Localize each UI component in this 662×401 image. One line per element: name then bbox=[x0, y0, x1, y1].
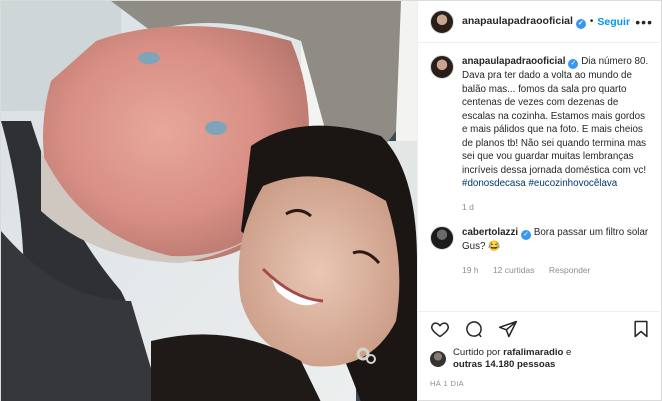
instagram-post: anapaulapadraooficial ✓ • Seguir ••• anap… bbox=[0, 0, 662, 401]
author-avatar[interactable] bbox=[430, 9, 454, 34]
verified-badge-icon: ✓ bbox=[521, 230, 532, 240]
verified-badge-icon: ✓ bbox=[575, 18, 586, 29]
reply-meta: 19 h 12 curtidas Responder bbox=[462, 264, 651, 278]
caption-meta: 1 d bbox=[462, 201, 651, 215]
commenter-username[interactable]: cabertolazzi bbox=[462, 227, 518, 238]
post-side-panel: anapaulapadraooficial ✓ • Seguir ••• anap… bbox=[417, 1, 662, 401]
reply-likes[interactable]: 12 curtidas bbox=[493, 265, 535, 275]
liker-username[interactable]: rafalimaradio bbox=[503, 347, 563, 358]
selfie-photo bbox=[1, 1, 417, 401]
liker-avatar[interactable] bbox=[430, 351, 446, 367]
reply-comment: cabertolazzi ✓ Bora passar um filtro sola… bbox=[430, 226, 651, 277]
liked-by: Curtido por rafalimaradio e outras 14.18… bbox=[418, 345, 662, 373]
post-photo[interactable] bbox=[1, 1, 417, 401]
reply-button[interactable]: Responder bbox=[549, 265, 591, 275]
caption-age[interactable]: 1 d bbox=[462, 202, 474, 212]
comment-like-heart-icon[interactable]: ♡ bbox=[629, 226, 637, 237]
likes-summary: Curtido por rafalimaradio e outras 14.18… bbox=[453, 347, 571, 371]
verified-badge-icon: ✓ bbox=[568, 59, 579, 69]
heart-icon[interactable] bbox=[430, 319, 450, 339]
separator-dot: • bbox=[589, 16, 594, 27]
more-options-icon[interactable]: ••• bbox=[635, 14, 653, 30]
caption-text: Dia número 80. Dava pra ter dado a volta… bbox=[462, 56, 649, 176]
caption-body: anapaulapadraooficial ✓ Dia número 80. Da… bbox=[462, 55, 651, 214]
caption: anapaulapadraooficial ✓ Dia número 80. Da… bbox=[430, 55, 651, 214]
action-bar bbox=[418, 311, 662, 345]
author-username[interactable]: anapaulapadraooficial ✓ bbox=[462, 15, 586, 29]
caption-author[interactable]: anapaulapadraooficial bbox=[462, 56, 565, 67]
commenter-avatar[interactable] bbox=[430, 226, 454, 250]
post-timestamp[interactable]: HÁ 1 DIA bbox=[418, 373, 662, 388]
follow-button[interactable]: Seguir bbox=[597, 16, 630, 28]
liked-by-and: e bbox=[563, 347, 572, 358]
caption-hashtags[interactable]: #donosdecasa #eucozinhovocêlava bbox=[462, 178, 617, 189]
comment-icon[interactable] bbox=[464, 319, 484, 339]
reply-body: cabertolazzi ✓ Bora passar um filtro sola… bbox=[462, 226, 651, 277]
others-count[interactable]: outras 14.180 pessoas bbox=[453, 359, 555, 370]
post-header: anapaulapadraooficial ✓ • Seguir ••• bbox=[418, 1, 662, 43]
bottom-spacer bbox=[418, 388, 662, 401]
author-username-text[interactable]: anapaulapadraooficial bbox=[462, 15, 573, 27]
paper-plane-icon[interactable] bbox=[498, 319, 518, 339]
caption-author-avatar[interactable] bbox=[430, 55, 454, 79]
comment-item: cabertolazzi ✓ Bora passar um filtro sola… bbox=[430, 226, 651, 277]
bookmark-icon[interactable] bbox=[631, 319, 651, 339]
reply-age[interactable]: 19 h bbox=[462, 265, 479, 275]
liked-by-prefix: Curtido por bbox=[453, 347, 504, 358]
comments-section[interactable]: anapaulapadraooficial ✓ Dia número 80. Da… bbox=[418, 43, 662, 311]
